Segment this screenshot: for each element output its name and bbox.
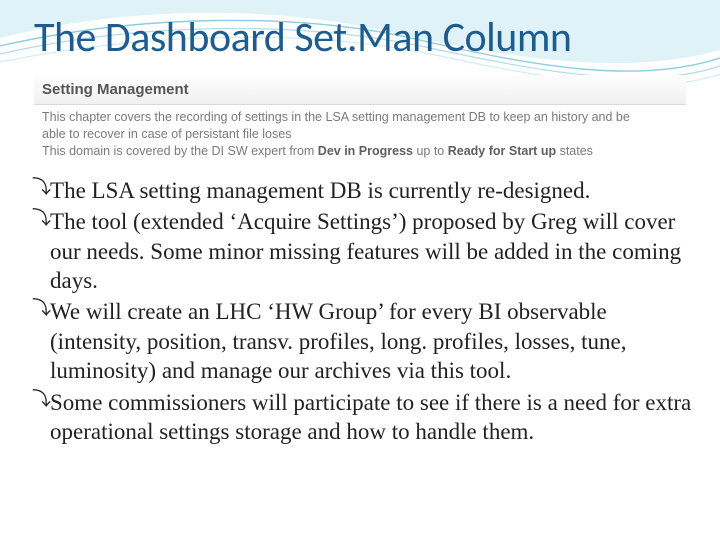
info-banner-heading: Setting Management — [42, 81, 189, 98]
banner-line-1b: able to recover in case of persistant fi… — [42, 126, 678, 143]
banner-line-2e: states — [556, 144, 593, 158]
bullet-text: The LSA setting management DB is current… — [50, 176, 694, 205]
bullet-list: ⤵ The LSA setting management DB is curre… — [26, 176, 694, 447]
bullet-text: We will create an LHC ‘HW Group’ for eve… — [50, 297, 694, 385]
banner-strong-1: Dev in Progress — [318, 144, 413, 158]
banner-line-1a: This chapter covers the recording of set… — [42, 109, 678, 126]
bullet-item: ⤵ We will create an LHC ‘HW Group’ for e… — [32, 297, 694, 385]
info-banner-body: This chapter covers the recording of set… — [34, 105, 686, 162]
bullet-icon: ⤵ — [32, 207, 48, 232]
bullet-icon: ⤵ — [32, 388, 48, 413]
banner-strong-2: Ready for Start up — [448, 144, 556, 158]
info-banner: Setting Management This chapter covers t… — [34, 75, 686, 162]
banner-line-2: This domain is covered by the DI SW expe… — [42, 143, 678, 160]
bullet-text: Some commissioners will participate to s… — [50, 388, 694, 447]
bullet-item: ⤵ The LSA setting management DB is curre… — [32, 176, 694, 205]
bullet-text: The tool (extended ‘Acquire Settings’) p… — [50, 207, 694, 295]
info-banner-header: Setting Management — [34, 75, 686, 105]
banner-line-2c: up to — [413, 144, 448, 158]
slide-title: The Dashboard Set.Man Column — [26, 12, 694, 63]
bullet-icon: ⤵ — [32, 297, 48, 322]
bullet-icon: ⤵ — [32, 176, 48, 201]
bullet-item: ⤵ The tool (extended ‘Acquire Settings’)… — [32, 207, 694, 295]
slide-container: The Dashboard Set.Man Column Setting Man… — [0, 0, 720, 540]
bullet-item: ⤵ Some commissioners will participate to… — [32, 388, 694, 447]
banner-line-2a: This domain is covered by the DI SW expe… — [42, 144, 318, 158]
